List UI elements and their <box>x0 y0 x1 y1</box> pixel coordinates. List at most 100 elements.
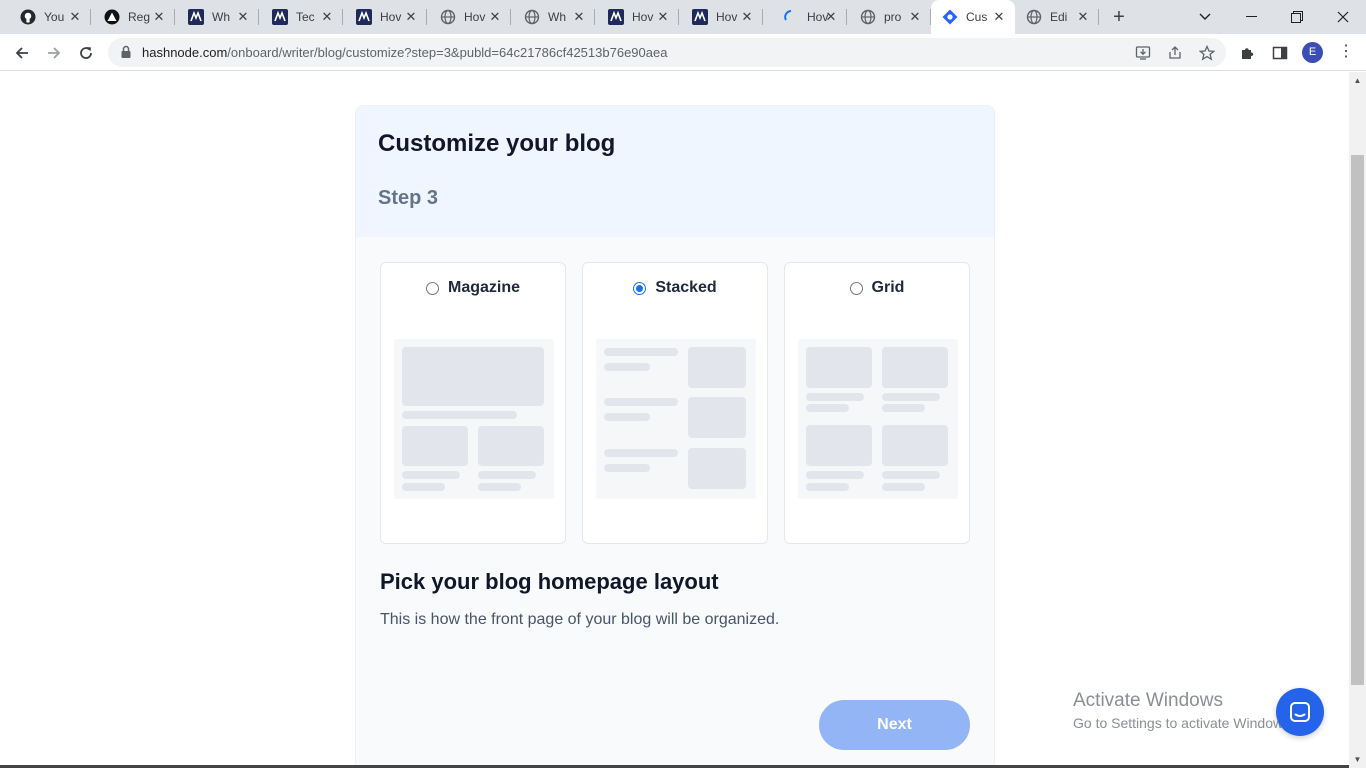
close-icon[interactable]: ✕ <box>1075 9 1091 25</box>
reload-button[interactable] <box>72 39 100 67</box>
radio-stacked[interactable] <box>633 281 647 295</box>
tab-title: You <box>44 10 65 24</box>
bookmark-star-icon[interactable] <box>1198 44 1216 62</box>
close-icon <box>1337 11 1349 23</box>
browser-tab[interactable]: Hov ✕ <box>343 0 427 34</box>
step-label: Step 3 <box>378 187 439 209</box>
tab-title: Hov <box>716 10 738 24</box>
scroll-down-arrow[interactable]: ▼ <box>1349 751 1366 768</box>
tab-search-button[interactable] <box>1182 0 1228 34</box>
tab-title: Wh <box>548 10 566 24</box>
url-host: hashnode.com <box>142 45 228 60</box>
grid-preview <box>798 339 958 499</box>
layout-label: Grid <box>871 279 905 296</box>
page-scrollbar[interactable]: ▲ ▼ <box>1349 72 1366 768</box>
new-tab-button[interactable]: + <box>1108 6 1130 28</box>
chat-icon <box>1290 702 1310 722</box>
close-icon[interactable]: ✕ <box>571 9 587 25</box>
hashnode-dark-icon <box>272 9 288 25</box>
browser-tab[interactable]: Hov ✕ <box>763 0 847 34</box>
close-icon[interactable]: ✕ <box>991 9 1007 25</box>
tab-title: pro <box>884 10 902 24</box>
tab-title: Tec <box>296 10 315 24</box>
layout-option-stacked[interactable]: Stacked <box>582 262 768 544</box>
close-icon[interactable]: ✕ <box>739 9 755 25</box>
hashnode-dark-icon <box>188 9 204 25</box>
browser-tab[interactable]: Hov ✕ <box>427 0 511 34</box>
arrow-left-icon <box>15 47 28 59</box>
minimize-button[interactable] <box>1228 0 1274 34</box>
close-icon[interactable]: ✕ <box>403 9 419 25</box>
browser-tab[interactable]: Hov ✕ <box>595 0 679 34</box>
browser-tab[interactable]: Wh ✕ <box>175 0 259 34</box>
layout-option-grid[interactable]: Grid <box>784 262 970 544</box>
tab-title: Edi <box>1050 10 1068 24</box>
radio-magazine[interactable] <box>425 281 439 295</box>
layout-option-magazine[interactable]: Magazine <box>380 262 566 544</box>
section-heading: Pick your blog homepage layout <box>380 569 719 594</box>
browser-tab[interactable]: Wh ✕ <box>511 0 595 34</box>
hashnode-blue-icon <box>942 9 958 25</box>
browser-toolbar: hashnode.com/onboard/writer/blog/customi… <box>0 34 1366 71</box>
watermark-title: Activate Windows <box>1073 690 1223 711</box>
scroll-up-arrow[interactable]: ▲ <box>1349 72 1366 89</box>
extensions-puzzle-icon[interactable] <box>1238 43 1258 63</box>
scroll-thumb[interactable] <box>1351 155 1364 685</box>
tab-title: Hov <box>632 10 654 24</box>
radio-grid[interactable] <box>849 281 863 295</box>
activate-windows-watermark: Activate Windows Go to Settings to activ… <box>1073 690 1294 731</box>
close-icon[interactable]: ✕ <box>907 9 923 25</box>
hashnode-dark-icon <box>356 9 372 25</box>
globe-icon <box>524 9 540 25</box>
address-bar[interactable]: hashnode.com/onboard/writer/blog/customi… <box>108 38 1226 67</box>
close-icon[interactable]: ✕ <box>235 9 251 25</box>
close-icon[interactable]: ✕ <box>151 9 167 25</box>
next-button[interactable]: Next <box>819 700 970 750</box>
forward-button[interactable] <box>40 39 68 67</box>
section-description: This is how the front page of your blog … <box>380 611 780 628</box>
back-button[interactable] <box>8 39 36 67</box>
close-icon[interactable]: ✕ <box>319 9 335 25</box>
lock-icon <box>120 45 132 64</box>
browser-tab[interactable]: Reg ✕ <box>91 0 175 34</box>
globe-icon <box>1026 9 1042 25</box>
page-title: Customize your blog <box>378 130 616 157</box>
globe-icon <box>860 9 876 25</box>
browser-tab[interactable]: Hov ✕ <box>679 0 763 34</box>
restore-button[interactable] <box>1274 0 1320 34</box>
reload-icon <box>80 47 92 59</box>
page-viewport: Customize your blog Step 3 Magazine Stac… <box>0 72 1349 768</box>
loading-icon <box>783 9 799 25</box>
browser-tab[interactable]: Tec ✕ <box>259 0 343 34</box>
hashnode-dark-icon <box>608 9 624 25</box>
browser-tab[interactable]: Edi ✕ <box>1015 0 1099 34</box>
browser-tab[interactable]: You ✕ <box>0 0 91 34</box>
profile-avatar[interactable]: E <box>1302 42 1323 63</box>
close-icon[interactable]: ✕ <box>655 9 671 25</box>
chevron-down-icon <box>1199 13 1211 20</box>
url-text: hashnode.com/onboard/writer/blog/customi… <box>142 45 667 60</box>
card-header: Customize your blog Step 3 <box>356 106 994 237</box>
install-icon[interactable] <box>1134 44 1152 62</box>
hashnode-dark-icon <box>692 9 708 25</box>
close-icon[interactable]: ✕ <box>487 9 503 25</box>
watermark-subtitle: Go to Settings to activate Windows. <box>1073 715 1294 731</box>
browser-tab[interactable]: pro ✕ <box>847 0 931 34</box>
more-menu-icon[interactable]: ⋮ <box>1338 43 1354 63</box>
close-icon[interactable]: ✕ <box>823 9 839 25</box>
support-chat-button[interactable] <box>1276 688 1324 736</box>
browser-tab-active[interactable]: Cus ✕ <box>931 0 1015 34</box>
tab-title: Hov <box>464 10 486 24</box>
tab-title: Hov <box>380 10 402 24</box>
globe-icon <box>440 9 456 25</box>
url-path: /onboard/writer/blog/customize?step=3&pu… <box>227 45 668 60</box>
side-panel-icon[interactable] <box>1270 43 1290 63</box>
triangle-logo-icon <box>104 9 120 25</box>
github-icon <box>20 9 36 25</box>
share-icon[interactable] <box>1166 44 1184 62</box>
onboarding-card: Customize your blog Step 3 Magazine Stac… <box>355 105 995 768</box>
layout-label: Magazine <box>447 279 520 296</box>
close-window-button[interactable] <box>1320 0 1366 34</box>
close-icon[interactable]: ✕ <box>67 9 83 25</box>
tab-title: Reg <box>128 10 150 24</box>
